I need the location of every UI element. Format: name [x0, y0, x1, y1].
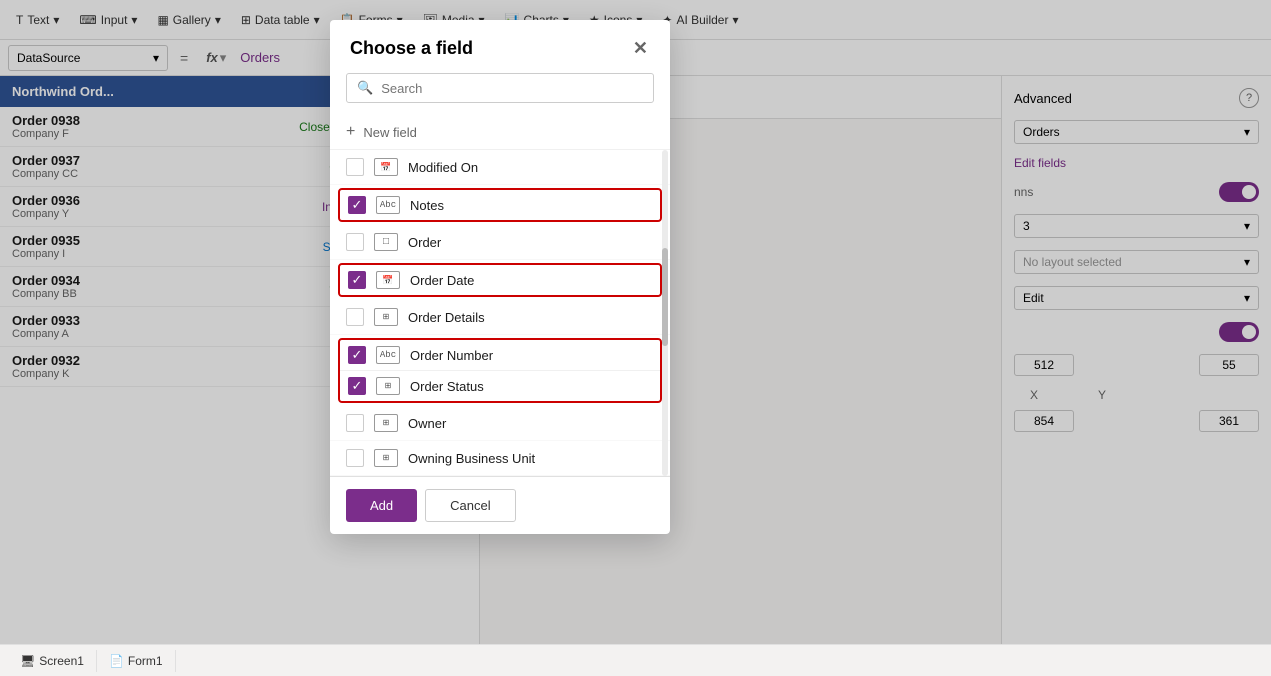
field-icon-abc: Abc: [376, 196, 400, 214]
add-button[interactable]: Add: [346, 489, 417, 522]
field-item-owning-business-unit[interactable]: ⊞ Owning Business Unit: [330, 441, 670, 476]
screen-icon: 🖥: [20, 654, 35, 668]
field-icon-box: □: [374, 233, 398, 251]
search-icon: 🔍: [357, 80, 373, 96]
choose-field-modal: Choose a field ✕ 🔍 + New field 📅 Modifie…: [330, 20, 670, 534]
field-icon-cal2: 📅: [376, 271, 400, 289]
field-group-order-num-status: ✓ Abc Order Number ✓ ⊞ Order Status: [338, 338, 662, 403]
field-item-order[interactable]: □ Order: [330, 225, 670, 260]
bottom-tabs: 🖥 Screen1 📄 Form1: [0, 644, 1271, 676]
modal-close-button[interactable]: ✕: [631, 36, 650, 61]
field-list: 📅 Modified On ✓ Abc Notes □ Order: [330, 149, 670, 476]
modal-title-bar: Choose a field ✕: [330, 20, 670, 73]
field-item-order-date-wrapper: ✓ 📅 Order Date: [338, 263, 662, 297]
field-label-notes: Notes: [410, 198, 444, 213]
field-checkbox-owning-business-unit[interactable]: [346, 449, 364, 467]
field-label-owner: Owner: [408, 416, 446, 431]
new-field-button[interactable]: + New field: [330, 115, 670, 149]
field-item-order-date[interactable]: ✓ 📅 Order Date: [340, 265, 660, 295]
modal-title: Choose a field: [350, 38, 473, 59]
field-checkbox-modified-on[interactable]: [346, 158, 364, 176]
field-item-notes-wrapper: ✓ Abc Notes: [338, 188, 662, 222]
field-item-owner[interactable]: ⊞ Owner: [330, 406, 670, 441]
field-checkbox-order[interactable]: [346, 233, 364, 251]
field-label-order-date: Order Date: [410, 273, 474, 288]
tab-form1[interactable]: 📄 Form1: [97, 650, 176, 672]
field-icon-abc2: Abc: [376, 346, 400, 364]
tab-screen1[interactable]: 🖥 Screen1: [8, 650, 97, 672]
field-checkbox-order-number[interactable]: ✓: [348, 346, 366, 364]
field-checkbox-order-status[interactable]: ✓: [348, 377, 366, 395]
scrollbar-track[interactable]: [662, 150, 668, 476]
search-input[interactable]: [381, 81, 643, 96]
modal-search-box[interactable]: 🔍: [346, 73, 654, 103]
field-checkbox-order-date[interactable]: ✓: [348, 271, 366, 289]
field-icon-grid2: ⊞: [376, 377, 400, 395]
field-item-notes[interactable]: ✓ Abc Notes: [340, 190, 660, 220]
cancel-button[interactable]: Cancel: [425, 489, 515, 522]
field-icon-grid: ⊞: [374, 308, 398, 326]
field-label-order-number: Order Number: [410, 348, 493, 363]
field-label-order: Order: [408, 235, 441, 250]
field-item-modified-on[interactable]: 📅 Modified On: [330, 150, 670, 185]
field-label-order-details: Order Details: [408, 310, 485, 325]
field-icon-grid3: ⊞: [374, 414, 398, 432]
form-icon: 📄: [109, 654, 124, 668]
modal-overlay: Choose a field ✕ 🔍 + New field 📅 Modifie…: [0, 0, 1271, 644]
field-checkbox-order-details[interactable]: [346, 308, 364, 326]
scrollbar-thumb[interactable]: [662, 248, 668, 346]
plus-icon: +: [346, 123, 355, 141]
field-icon-cal: 📅: [374, 158, 398, 176]
field-checkbox-owner[interactable]: [346, 414, 364, 432]
modal-footer: Add Cancel: [330, 476, 670, 534]
field-label-owning-business-unit: Owning Business Unit: [408, 451, 535, 466]
field-item-order-status[interactable]: ✓ ⊞ Order Status: [340, 371, 660, 401]
field-item-order-details[interactable]: ⊞ Order Details: [330, 300, 670, 335]
field-item-order-number[interactable]: ✓ Abc Order Number: [340, 340, 660, 371]
field-label-order-status: Order Status: [410, 379, 484, 394]
field-label-modified-on: Modified On: [408, 160, 478, 175]
field-icon-grid4: ⊞: [374, 449, 398, 467]
field-checkbox-notes[interactable]: ✓: [348, 196, 366, 214]
